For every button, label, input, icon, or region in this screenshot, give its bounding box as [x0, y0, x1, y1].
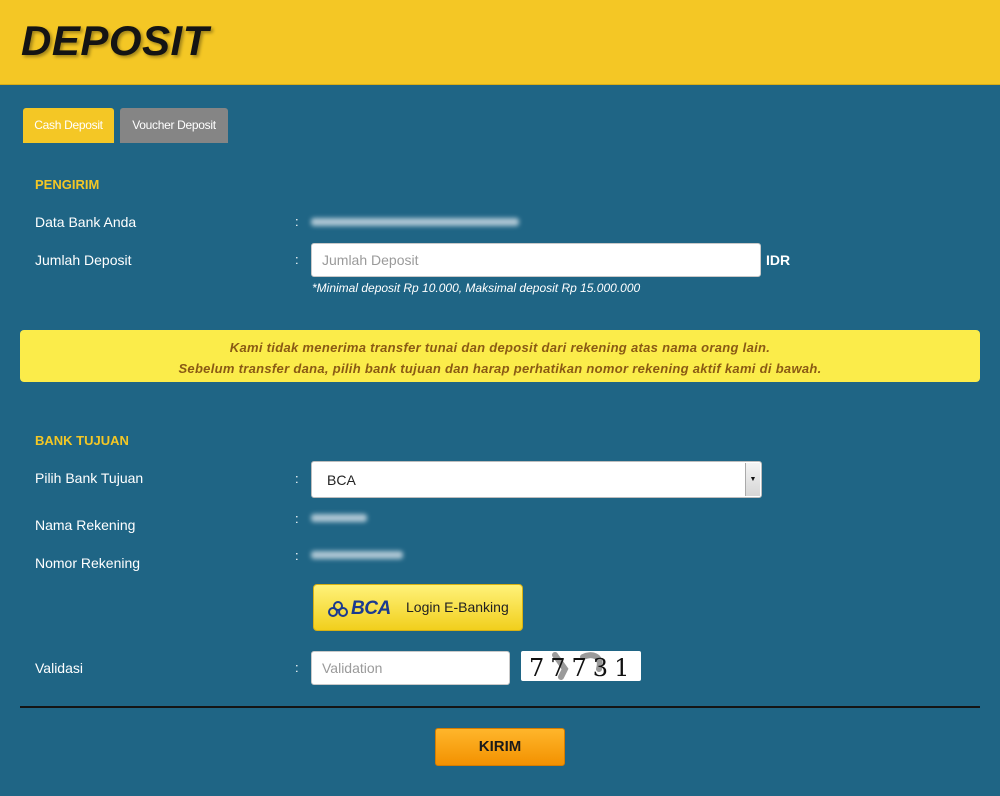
- jumlah-deposit-input[interactable]: [311, 243, 761, 277]
- bca-logo: BCA: [328, 598, 391, 620]
- bca-logo-text: BCA: [351, 598, 391, 619]
- deposit-limit-note: *Minimal deposit Rp 10.000, Maksimal dep…: [312, 281, 641, 295]
- data-bank-value-redacted: [311, 218, 519, 226]
- colon: :: [295, 471, 299, 486]
- captcha-code: 77731: [529, 654, 635, 681]
- login-ebanking-label: Login E-Banking: [406, 599, 509, 615]
- jumlah-deposit-label: Jumlah Deposit: [35, 252, 132, 268]
- validasi-label: Validasi: [35, 660, 83, 676]
- bca-ebanking-button[interactable]: BCA Login E-Banking: [313, 584, 523, 631]
- colon: :: [295, 252, 299, 267]
- divider: [20, 706, 980, 708]
- pilih-bank-label: Pilih Bank Tujuan: [35, 470, 144, 486]
- colon: :: [295, 214, 299, 229]
- colon: :: [295, 511, 299, 526]
- captcha-graphic: 77731: [529, 652, 635, 681]
- dropdown-arrow-icon[interactable]: ▼: [745, 463, 760, 496]
- colon: :: [295, 548, 299, 563]
- notice-line-2: Sebelum transfer dana, pilih bank tujuan…: [178, 361, 822, 376]
- selected-bank: BCA: [327, 472, 356, 488]
- page-title: DEPOSIT: [21, 17, 209, 64]
- notice-line-1: Kami tidak menerima transfer tunai dan d…: [229, 340, 771, 355]
- validation-input[interactable]: [311, 651, 510, 685]
- page-header: DEPOSIT: [0, 0, 1000, 85]
- tab-voucher-deposit[interactable]: Voucher Deposit: [120, 108, 228, 143]
- data-bank-label: Data Bank Anda: [35, 214, 137, 230]
- nama-rekening-label: Nama Rekening: [35, 517, 136, 533]
- currency-label: IDR: [766, 252, 791, 268]
- section-title-bank-tujuan: BANK TUJUAN: [35, 433, 129, 448]
- notice-banner: Kami tidak menerima transfer tunai dan d…: [20, 330, 980, 382]
- tab-cash-deposit[interactable]: Cash Deposit: [23, 108, 114, 143]
- bank-tujuan-select[interactable]: BCA ▼: [311, 461, 762, 498]
- kirim-button[interactable]: KIRIM: [435, 728, 565, 766]
- colon: :: [295, 660, 299, 675]
- captcha-image: 77731: [521, 651, 641, 681]
- nomor-rekening-value-redacted: [311, 551, 403, 559]
- bca-emblem-icon: [328, 601, 348, 617]
- nama-rekening-value-redacted: [311, 514, 367, 522]
- section-title-pengirim: PENGIRIM: [35, 177, 100, 192]
- nomor-rekening-label: Nomor Rekening: [35, 555, 141, 571]
